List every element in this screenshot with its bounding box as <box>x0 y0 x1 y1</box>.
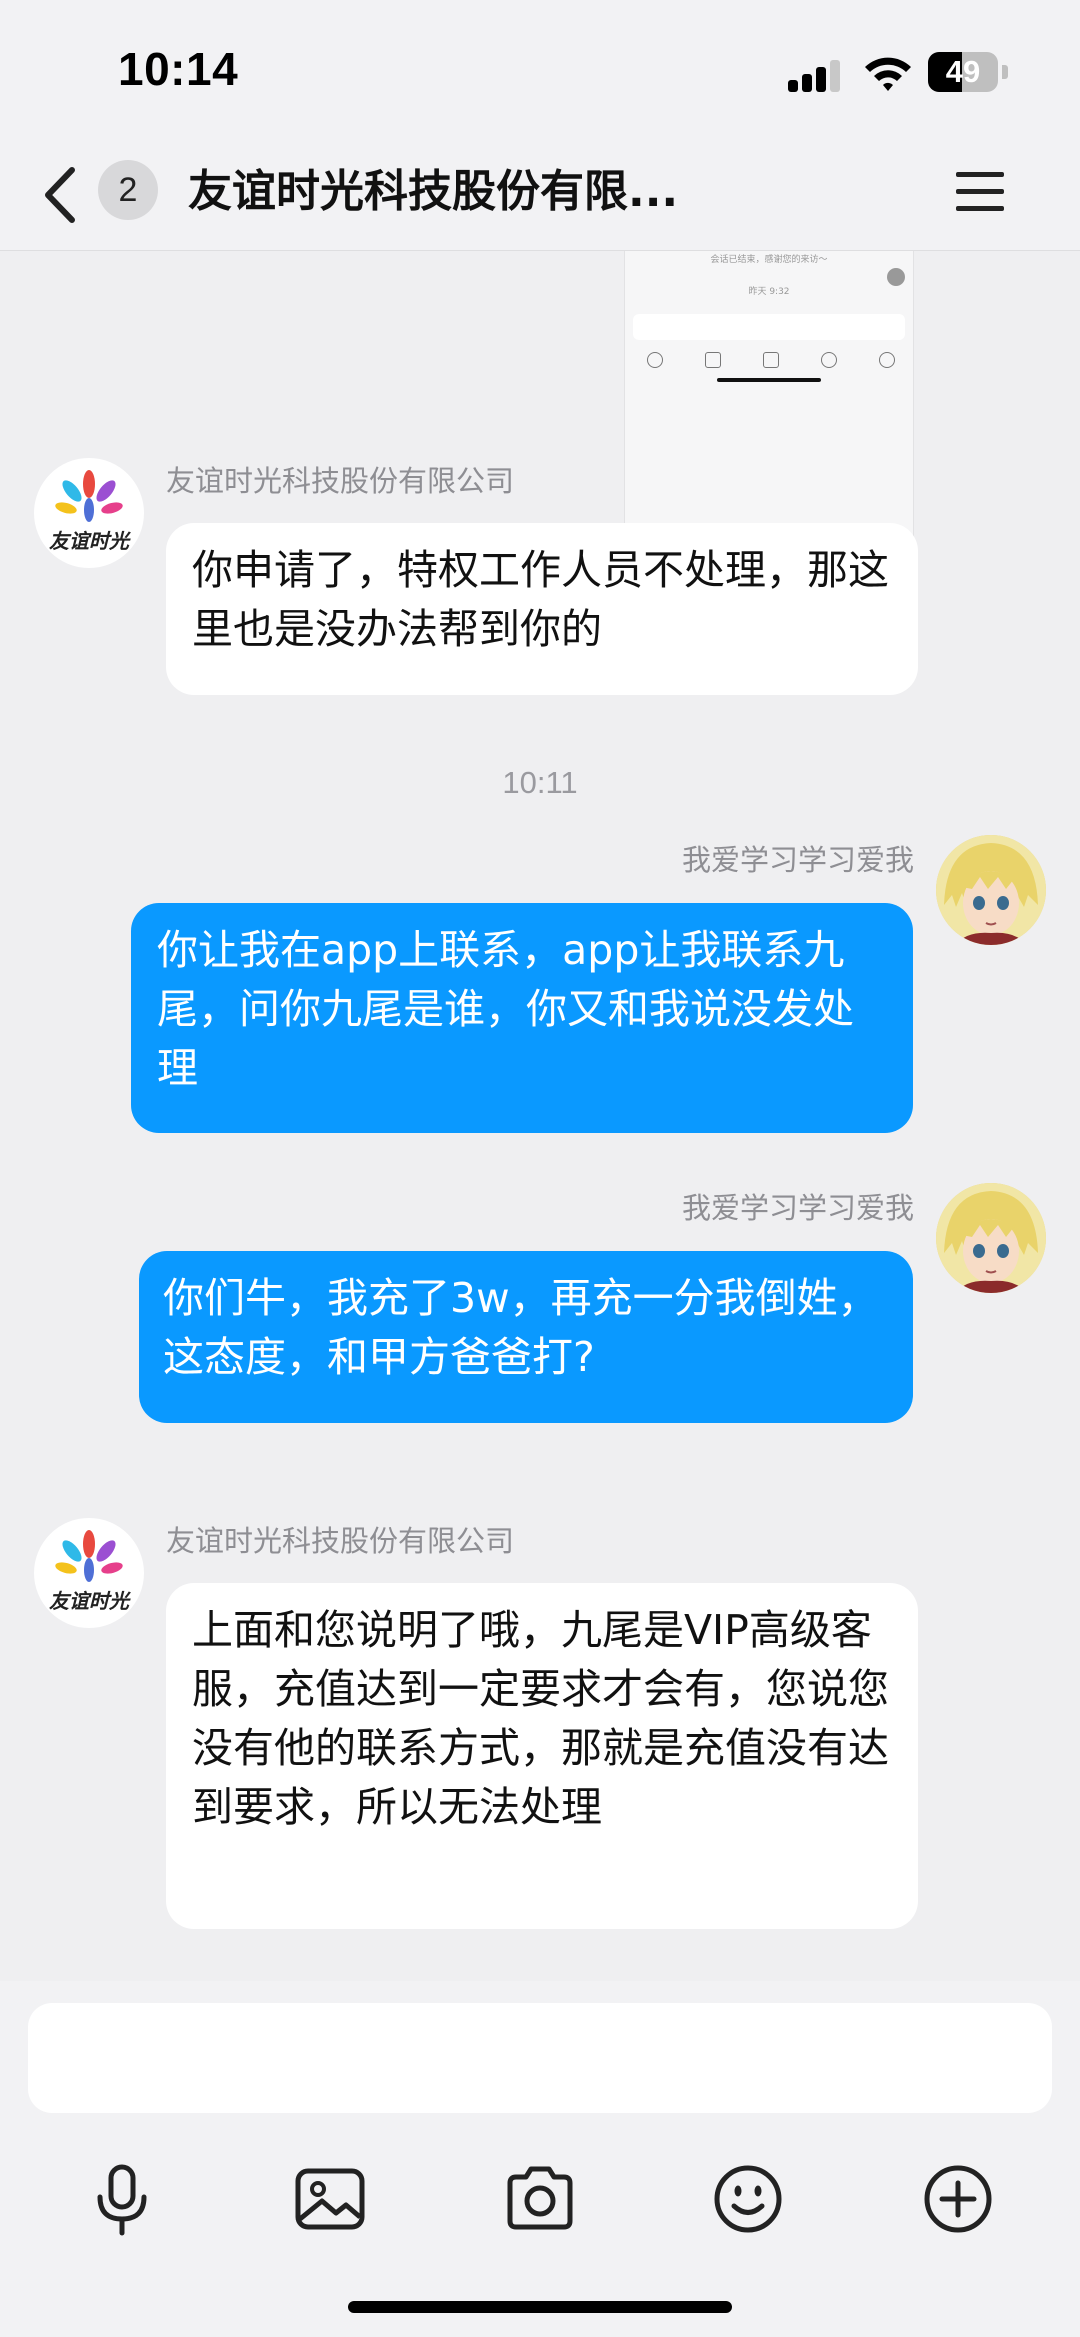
plus-icon[interactable] <box>918 2159 998 2239</box>
home-indicator <box>348 2301 732 2313</box>
status-time: 10:14 <box>118 43 239 95</box>
preview-image-icon <box>705 352 721 368</box>
battery-icon: 49 <box>928 52 1010 92</box>
sender-name: 友谊时光科技股份有限公司 <box>166 464 515 498</box>
company-avatar[interactable]: 友谊时光 <box>34 1518 144 1628</box>
composer-panel <box>0 1981 1080 2337</box>
message-bubble-outgoing[interactable]: 你让我在app上联系，app让我联系九尾，问你九尾是谁，你又和我说没发处理 <box>131 903 913 1133</box>
message-input[interactable] <box>28 2003 1052 2113</box>
anime-user-avatar-icon <box>936 835 1046 945</box>
battery-nub <box>1002 65 1008 79</box>
image-icon[interactable] <box>290 2159 370 2239</box>
company-logo-text: 友谊时光 <box>49 529 131 553</box>
battery-label: 49 <box>945 54 981 89</box>
chevron-left-icon[interactable] <box>36 164 86 226</box>
message-bubble-incoming[interactable]: 上面和您说明了哦，九尾是VIP高级客服，充值达到一定要求才会有，您说您没有他的联… <box>166 1583 918 1929</box>
unread-count-badge[interactable]: 2 <box>98 160 158 220</box>
preview-camera-icon <box>763 352 779 368</box>
emoji-icon[interactable] <box>708 2159 788 2239</box>
battery-body: 49 <box>928 52 998 92</box>
user-avatar[interactable] <box>936 835 1046 945</box>
company-logo-text: 友谊时光 <box>49 1589 131 1613</box>
preview-timestamp: 昨天 9:32 <box>748 287 790 297</box>
preview-mic-icon <box>647 352 663 368</box>
status-bar: 10:14 49 <box>0 0 1080 140</box>
preview-text-line: 会话已结束，感谢您的来访～ <box>710 255 828 265</box>
hamburger-menu-icon[interactable] <box>956 170 1006 214</box>
message-bubble-incoming[interactable]: 你申请了，特权工作人员不处理，那这里也是没办法帮到你的 <box>166 523 918 695</box>
microphone-icon[interactable] <box>82 2159 162 2239</box>
user-avatar[interactable] <box>936 1183 1046 1293</box>
preview-home-indicator <box>717 378 821 382</box>
camera-icon[interactable] <box>500 2159 580 2239</box>
company-logo-icon: 友谊时光 <box>49 1530 131 1613</box>
preview-emoji-icon <box>821 352 837 368</box>
preview-plus-icon <box>879 352 895 368</box>
chat-header: 2 友谊时光科技股份有限... <box>0 140 1080 251</box>
company-logo-icon: 友谊时光 <box>49 470 131 553</box>
company-avatar[interactable]: 友谊时光 <box>34 458 144 568</box>
preview-input <box>633 314 905 340</box>
sender-name: 我爱学习学习爱我 <box>681 1191 914 1225</box>
chat-title: 友谊时光科技股份有限... <box>188 166 679 217</box>
anime-user-avatar-icon <box>936 1183 1046 1293</box>
message-list[interactable]: 会话已结束，感谢您的来访～ 昨天 9:32 友谊时光 友谊时光科技股份有限公司 … <box>0 251 1080 1981</box>
sender-name: 我爱学习学习爱我 <box>681 843 914 877</box>
message-bubble-outgoing[interactable]: 你们牛，我充了3w，再充一分我倒姓，这态度，和甲方爸爸打? <box>139 1251 913 1423</box>
cellular-signal-icon <box>788 58 842 92</box>
time-separator: 10:11 <box>502 765 578 800</box>
sender-name: 友谊时光科技股份有限公司 <box>166 1524 515 1558</box>
wifi-icon <box>865 57 911 91</box>
preview-toolbar <box>625 352 913 376</box>
